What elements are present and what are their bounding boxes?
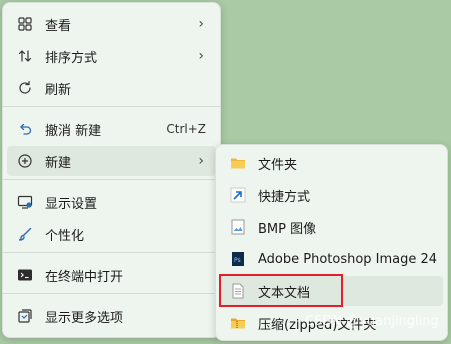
- menu-item-label: 新建: [45, 155, 72, 171]
- submenu-item-shortcut[interactable]: 快捷方式: [220, 180, 443, 210]
- menu-separator: [3, 293, 220, 294]
- menu-item-label: 显示设置: [45, 196, 98, 212]
- menu-separator: [3, 252, 220, 253]
- display-icon: [17, 194, 33, 210]
- chevron-right-icon: ›: [198, 48, 204, 64]
- menu-item-label: 查看: [45, 18, 72, 34]
- image-icon: [230, 219, 246, 235]
- submenu-item-label: BMP 图像: [258, 221, 317, 237]
- menu-item-view[interactable]: 查看 ›: [7, 9, 216, 39]
- undo-icon: [17, 121, 33, 137]
- brush-icon: [17, 226, 33, 242]
- submenu-item-bmp-image[interactable]: BMP 图像: [220, 212, 443, 242]
- menu-item-sort-by[interactable]: 排序方式 ›: [7, 41, 216, 71]
- svg-text:Ps: Ps: [234, 257, 241, 264]
- menu-item-label: 显示更多选项: [45, 310, 124, 326]
- desktop-context-menu: 查看 › 排序方式 › 刷新 撤消 新建 Ctrl+Z 新建 › 显示设置 个性…: [2, 2, 221, 338]
- submenu-item-label: Adobe Photoshop Image 24: [258, 251, 438, 267]
- photoshop-icon: Ps: [230, 251, 246, 267]
- menu-item-refresh[interactable]: 刷新: [7, 73, 216, 103]
- highlight-annotation-box: [219, 274, 343, 307]
- more-options-icon: [17, 308, 33, 324]
- shortcut-text: Ctrl+Z: [166, 122, 206, 136]
- chevron-right-icon: ›: [198, 153, 204, 169]
- new-submenu: 文件夹 快捷方式 BMP 图像 Ps Adobe Photoshop Image…: [215, 144, 448, 341]
- menu-item-show-more-options[interactable]: 显示更多选项: [7, 301, 216, 331]
- zip-folder-icon: [230, 315, 246, 331]
- menu-item-open-terminal[interactable]: 在终端中打开: [7, 260, 216, 290]
- shortcut-arrow-icon: [230, 187, 246, 203]
- new-plus-icon: [17, 153, 33, 169]
- submenu-item-label: 快捷方式: [258, 189, 311, 205]
- sort-icon: [17, 48, 33, 64]
- submenu-item-label: 文件夹: [258, 157, 298, 173]
- menu-item-display-settings[interactable]: 显示设置: [7, 187, 216, 217]
- menu-separator: [3, 106, 220, 107]
- submenu-item-photoshop[interactable]: Ps Adobe Photoshop Image 24: [220, 244, 443, 274]
- chevron-right-icon: ›: [198, 16, 204, 32]
- menu-item-label: 在终端中打开: [45, 269, 124, 285]
- menu-separator: [3, 179, 220, 180]
- grid-icon: [17, 16, 33, 32]
- submenu-item-folder[interactable]: 文件夹: [220, 148, 443, 178]
- menu-item-label: 个性化: [45, 228, 85, 244]
- menu-item-undo-new[interactable]: 撤消 新建 Ctrl+Z: [7, 114, 216, 144]
- menu-item-personalize[interactable]: 个性化: [7, 219, 216, 249]
- menu-item-label: 排序方式: [45, 50, 98, 66]
- menu-item-label: 撤消 新建: [45, 123, 102, 139]
- menu-item-label: 刷新: [45, 82, 72, 98]
- terminal-icon: [17, 267, 33, 283]
- watermark-text: CSDN @yuanjingling: [305, 314, 439, 329]
- menu-item-new[interactable]: 新建 ›: [7, 146, 216, 176]
- refresh-icon: [17, 80, 33, 96]
- folder-icon: [230, 155, 246, 171]
